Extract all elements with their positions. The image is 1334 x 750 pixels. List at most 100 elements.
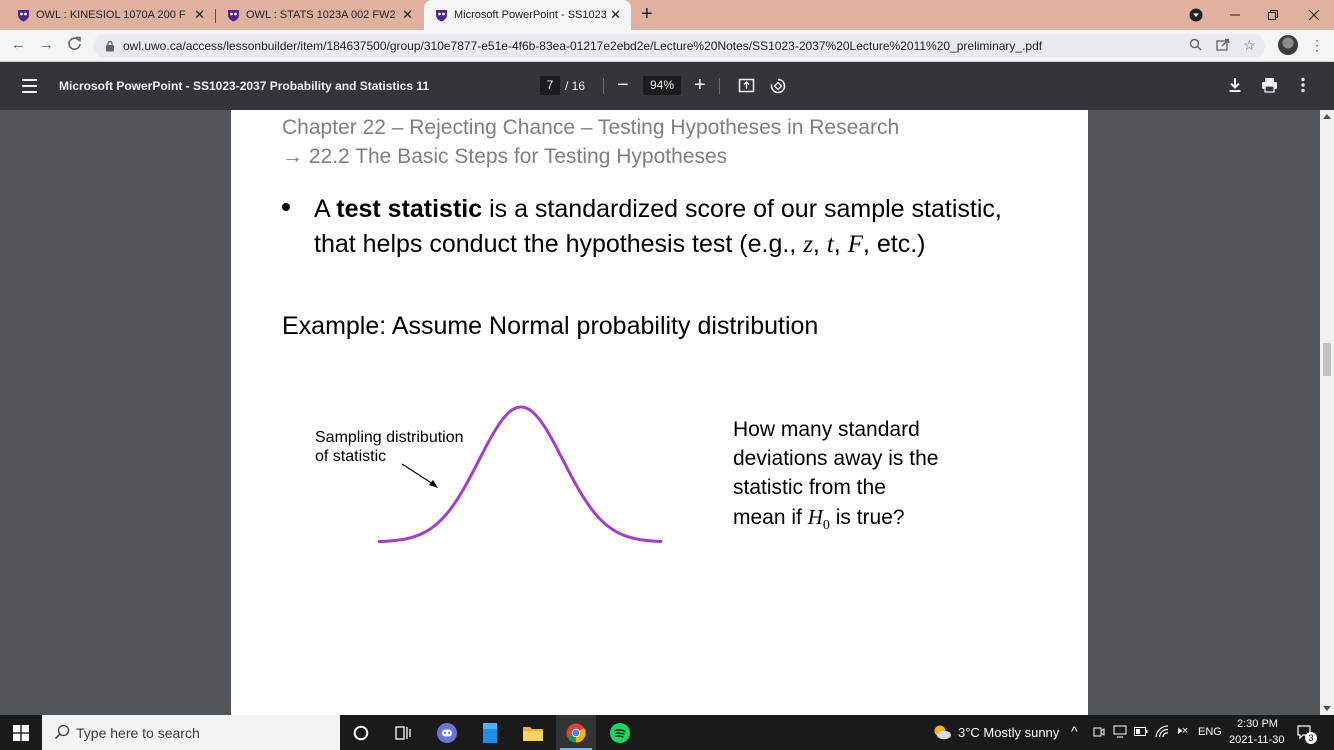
owl-favicon-icon <box>226 8 240 22</box>
browser-toolbar: ← → owl.uwo.ca/access/lessonbuilder/item… <box>0 30 1334 62</box>
taskbar-app-spotify[interactable] <box>600 715 640 750</box>
close-window-button[interactable] <box>1294 0 1334 30</box>
toolbar-divider <box>719 78 720 94</box>
taskbar-app-chrome[interactable] <box>556 715 596 750</box>
chrome-icon <box>566 723 586 742</box>
close-tab-icon[interactable]: ✕ <box>610 8 621 21</box>
new-tab-button[interactable]: + <box>641 4 653 24</box>
question-line4-post: is true? <box>829 506 905 529</box>
zoom-level-input[interactable]: 94% <box>643 76 681 95</box>
download-icon[interactable] <box>1228 77 1242 93</box>
bullet-line2-post: , etc.) <box>862 230 926 258</box>
normal-curve-line <box>377 405 663 544</box>
viewer-scrollbar[interactable] <box>1320 110 1334 715</box>
sticky-notes-icon <box>483 722 497 743</box>
zoom-in-button[interactable]: + <box>694 73 706 97</box>
share-icon[interactable] <box>1216 38 1230 54</box>
question-line2: deviations away is the <box>733 447 939 470</box>
windows-taskbar: Type here to search 3°C Mostly sunny ^ 🕨… <box>0 715 1334 750</box>
back-arrow-icon[interactable]: ← <box>11 37 26 53</box>
bullet-text-line2: that helps conduct the hypothesis test (… <box>314 230 925 259</box>
weather-text: 3°C Mostly sunny <box>958 724 1060 740</box>
bullet-text-line1: A test statistic is a standardized score… <box>314 195 1002 224</box>
menu-hamburger-icon[interactable] <box>22 79 37 97</box>
minimize-button[interactable] <box>1215 0 1255 30</box>
volume-muted-icon[interactable]: 🕨× <box>1175 725 1188 738</box>
meet-now-icon[interactable] <box>1093 725 1105 739</box>
comma-sep: , <box>812 230 827 258</box>
scroll-up-arrow-icon[interactable] <box>1323 114 1331 119</box>
page-number-input[interactable]: 7 <box>540 76 560 95</box>
url-domain: owl.uwo.ca <box>123 39 183 53</box>
rotate-icon[interactable] <box>769 77 787 95</box>
tab-title: Microsoft PowerPoint - SS1023-2 <box>454 9 606 21</box>
browser-tab-strip: OWL : KINESIOL 1070A 200 FW2 ✕ OWL : STA… <box>0 0 1334 30</box>
close-tab-icon[interactable]: ✕ <box>402 8 413 21</box>
profile-avatar[interactable] <box>1278 35 1298 55</box>
bullet-post: is a standardized score of our sample st… <box>482 195 1002 223</box>
address-bar[interactable]: owl.uwo.ca/access/lessonbuilder/item/184… <box>93 34 1265 58</box>
tab-owl-stats[interactable]: OWL : STATS 1023A 002 FW21 : L ✕ <box>216 0 423 30</box>
taskbar-app-discord[interactable] <box>427 715 467 750</box>
taskbar-app-file-explorer[interactable] <box>513 715 553 750</box>
weather-widget[interactable]: 3°C Mostly sunny <box>932 724 1059 740</box>
task-view-icon <box>395 725 411 740</box>
spotify-icon <box>610 722 630 743</box>
bullet-pre: A <box>314 195 337 223</box>
tab-powerpoint-pdf[interactable]: Microsoft PowerPoint - SS1023-2 ✕ <box>424 0 631 30</box>
math-H: H <box>807 505 823 529</box>
reload-icon[interactable] <box>67 36 82 55</box>
pointer-arrowhead <box>429 480 438 488</box>
taskbar-app-notes[interactable] <box>470 715 510 750</box>
pdf-page: Chapter 22 – Rejecting Chance – Testing … <box>231 110 1088 715</box>
zoom-magnifier-icon[interactable] <box>1189 38 1202 54</box>
search-placeholder: Type here to search <box>76 725 200 741</box>
tab-owl-kinesiol[interactable]: OWL : KINESIOL 1070A 200 FW2 ✕ <box>0 0 215 30</box>
close-tab-icon[interactable]: ✕ <box>194 8 205 21</box>
more-options-icon[interactable] <box>1300 77 1306 93</box>
browser-menu-icon[interactable]: ⋮ <box>1310 37 1324 54</box>
owl-favicon-icon <box>434 8 448 22</box>
start-button[interactable] <box>0 715 42 750</box>
pdf-viewport[interactable]: Chapter 22 – Rejecting Chance – Testing … <box>0 110 1320 715</box>
bullet-line2-pre: that helps conduct the hypothesis test (… <box>314 230 804 258</box>
clock-date[interactable]: 2021-11-30 <box>1229 734 1284 746</box>
pdf-viewer-toolbar: Microsoft PowerPoint - SS1023-2037 Proba… <box>0 62 1334 110</box>
forward-arrow-icon[interactable]: → <box>39 37 54 53</box>
question-line4: mean if H0 is true? <box>733 505 905 534</box>
dropdown-circle-icon <box>1189 8 1203 22</box>
tab-search-button[interactable] <box>1176 0 1216 30</box>
url-text[interactable]: owl.uwo.ca/access/lessonbuilder/item/184… <box>123 39 1042 53</box>
scroll-down-arrow-icon[interactable] <box>1323 706 1331 711</box>
action-center-button[interactable]: 3 <box>1296 724 1317 747</box>
fit-to-page-icon[interactable] <box>738 77 755 94</box>
scroll-thumb[interactable] <box>1323 343 1331 376</box>
curve-label-line2: of statistic <box>315 448 387 465</box>
close-icon <box>1308 9 1320 21</box>
question-line1: How many standard <box>733 418 920 441</box>
example-text: Example: Assume Normal probability distr… <box>282 312 819 340</box>
battery-icon[interactable] <box>1134 727 1148 736</box>
folder-icon <box>523 726 543 741</box>
cortana-button[interactable] <box>341 715 381 750</box>
clock-time[interactable]: 2:30 PM <box>1237 718 1278 730</box>
owl-favicon-icon <box>16 8 30 22</box>
task-view-button[interactable] <box>383 715 423 750</box>
slide-chapter-heading: Chapter 22 – Rejecting Chance – Testing … <box>282 116 900 139</box>
bookmark-star-icon[interactable]: ☆ <box>1243 37 1256 54</box>
math-F: F <box>847 231 863 258</box>
language-indicator[interactable]: ENG <box>1198 726 1222 738</box>
wifi-icon[interactable] <box>1155 725 1169 738</box>
restore-button[interactable] <box>1253 0 1293 30</box>
pdf-document-title: Microsoft PowerPoint - SS1023-2037 Proba… <box>59 79 430 93</box>
print-icon[interactable] <box>1261 77 1278 93</box>
display-icon[interactable] <box>1113 725 1127 738</box>
cortana-circle-icon <box>353 725 369 740</box>
question-line3: statistic from the <box>733 476 886 499</box>
zoom-out-button[interactable]: − <box>617 73 629 97</box>
bullet-bold-term: test statistic <box>336 195 483 223</box>
show-hidden-icons-chevron-icon[interactable]: ^ <box>1071 723 1078 739</box>
lock-icon[interactable] <box>105 40 115 52</box>
taskbar-search-box[interactable]: Type here to search <box>42 715 340 750</box>
toolbar-divider <box>603 78 604 94</box>
